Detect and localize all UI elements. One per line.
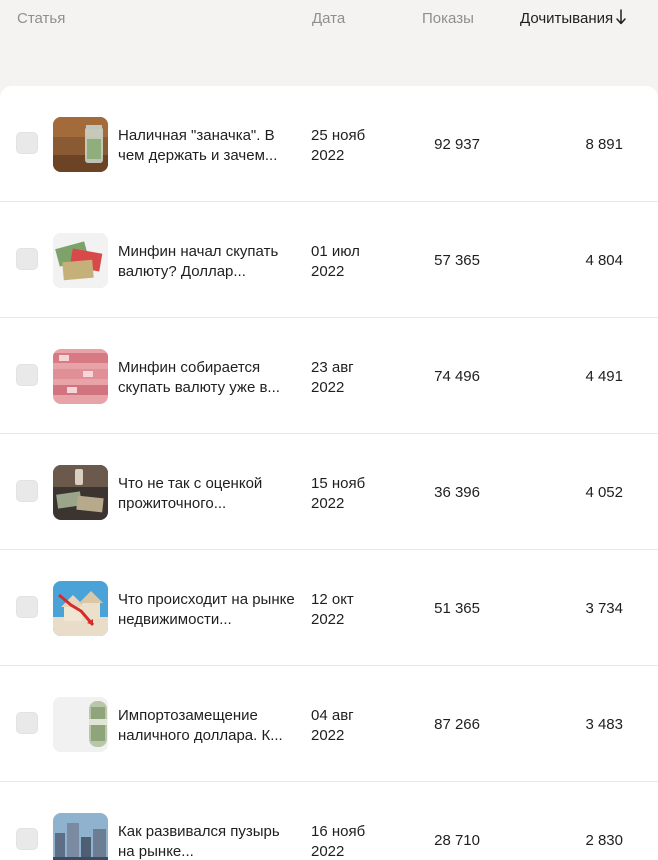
article-views: 57 365 [434,252,480,269]
article-views: 36 396 [434,484,480,501]
table-row[interactable]: Что не так с оценкой прожиточного... 15 … [0,434,658,550]
table-row[interactable]: Импортозамещение наличного доллара. К...… [0,666,658,782]
table-row[interactable]: Минфин начал скупать валюту? Доллар... 0… [0,202,658,318]
column-header-date[interactable]: Дата [312,10,345,27]
article-date: 23 авг 2022 [311,358,391,398]
article-title[interactable]: Минфин начал скупать валюту? Доллар... [118,242,296,282]
article-date-day: 16 нояб [311,823,366,840]
article-views: 87 266 [434,716,480,733]
article-date-day: 25 нояб [311,127,366,144]
row-checkbox[interactable] [16,132,38,154]
article-title[interactable]: Что происходит на рынке недвижимости... [118,590,296,630]
article-reads: 3 483 [585,716,623,733]
article-reads: 2 830 [585,832,623,849]
rubles-on-table-thumbnail[interactable] [53,465,108,520]
city-buildings-thumbnail[interactable] [53,813,108,860]
article-date: 01 июл 2022 [311,242,391,282]
article-views: 51 365 [434,600,480,617]
row-checkbox[interactable] [16,712,38,734]
article-reads: 4 491 [585,368,623,385]
article-reads: 8 891 [585,136,623,153]
house-falling-chart-thumbnail[interactable] [53,581,108,636]
row-checkbox[interactable] [16,596,38,618]
banknotes-thumbnail[interactable] [53,233,108,288]
article-title[interactable]: Как развивался пузырь на рынке... [118,822,296,860]
column-header-views[interactable]: Показы [422,10,474,27]
row-checkbox[interactable] [16,248,38,270]
article-views: 74 496 [434,368,480,385]
article-date-year: 2022 [311,147,345,164]
article-views: 28 710 [434,832,480,849]
article-date-year: 2022 [311,495,345,512]
column-header-title[interactable]: Статья [17,10,65,27]
article-date: 15 нояб 2022 [311,474,391,514]
table-row[interactable]: Как развивался пузырь на рынке... 16 ноя… [0,782,658,860]
article-date-day: 04 авг [311,707,354,724]
row-checkbox[interactable] [16,828,38,850]
article-date: 16 нояб 2022 [311,822,391,860]
article-date-year: 2022 [311,379,345,396]
articles-table: Наличная "заначка". В чем держать и заче… [0,86,658,860]
yuan-banknotes-thumbnail[interactable] [53,349,108,404]
article-reads: 3 734 [585,600,623,617]
table-header: Статья Дата Показы Дочитывания [0,0,658,86]
table-row[interactable]: Что происходит на рынке недвижимости... … [0,550,658,666]
article-title[interactable]: Что не так с оценкой прожиточного... [118,474,296,514]
arrow-down-icon [616,8,626,25]
article-date: 12 окт 2022 [311,590,391,630]
column-header-reads-label: Дочитывания [520,10,614,27]
article-reads: 4 804 [585,252,623,269]
column-header-reads[interactable]: Дочитывания [520,8,626,27]
article-date-day: 23 авг [311,359,354,376]
article-title[interactable]: Минфин собирается скупать валюту уже в..… [118,358,296,398]
article-date: 04 авг 2022 [311,706,391,746]
row-checkbox[interactable] [16,480,38,502]
article-date-day: 12 окт [311,591,354,608]
row-checkbox[interactable] [16,364,38,386]
table-row[interactable]: Наличная "заначка". В чем держать и заче… [0,86,658,202]
article-date-day: 15 нояб [311,475,366,492]
article-date-year: 2022 [311,263,345,280]
article-date-year: 2022 [311,611,345,628]
money-jar-thumbnail[interactable] [53,117,108,172]
article-date-year: 2022 [311,843,345,860]
dollar-roll-thumbnail[interactable] [53,697,108,752]
article-title[interactable]: Импортозамещение наличного доллара. К... [118,706,296,746]
article-title[interactable]: Наличная "заначка". В чем держать и заче… [118,126,296,166]
article-date-year: 2022 [311,727,345,744]
article-date: 25 нояб 2022 [311,126,391,166]
table-row[interactable]: Минфин собирается скупать валюту уже в..… [0,318,658,434]
article-views: 92 937 [434,136,480,153]
article-date-day: 01 июл [311,243,360,260]
article-reads: 4 052 [585,484,623,501]
